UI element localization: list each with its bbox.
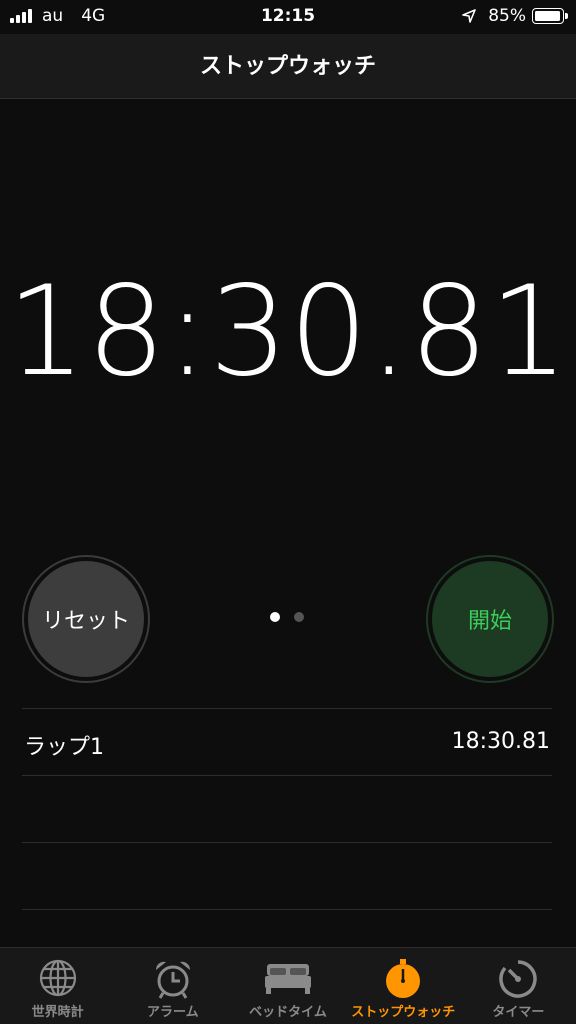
page-dot-inactive[interactable] [294,612,304,622]
tab-label: 世界時計 [31,1005,84,1020]
battery-percent: 85% [488,6,526,26]
tab-bar: 世界時計 アラーム ベッドタイム ストップウォッチ タイマー [0,947,576,1024]
stopwatch-time: 18:30.81 [6,260,570,404]
start-button[interactable]: 開始 [426,555,554,683]
nav-bar: ストップウォッチ [0,34,576,99]
reset-button-label: リセット [28,561,144,677]
tab-alarm[interactable]: アラーム [115,948,230,1024]
page-dot-active[interactable] [270,612,280,622]
battery-icon [532,8,568,24]
globe-icon [39,959,76,997]
alarm-clock-icon [155,961,190,999]
bed-icon [265,964,311,994]
timer-icon [499,960,538,998]
page-indicator[interactable] [270,612,318,622]
tab-world-clock[interactable]: 世界時計 [0,948,115,1024]
status-right: 85% [462,6,568,26]
tab-label: アラーム [146,1005,199,1020]
lap-list: ラップ1 18:30.81 [22,708,552,910]
lap-row-empty [22,775,552,842]
stopwatch-icon [386,959,421,998]
tab-label: タイマー [492,1005,545,1020]
tab-timer[interactable]: タイマー [461,948,576,1024]
tab-label: ベッドタイム [249,1005,327,1020]
lap-divider [22,909,552,910]
tab-stopwatch[interactable]: ストップウォッチ [346,948,461,1024]
reset-button[interactable]: リセット [22,555,150,683]
status-bar: au 4G 12:15 85% [0,0,576,34]
page-title: ストップウォッチ [199,54,376,79]
location-arrow-icon [462,9,477,23]
lap-label: ラップ1 [24,735,104,760]
tab-label: ストップウォッチ [351,1005,456,1020]
lap-time: 18:30.81 [451,729,550,754]
start-button-label: 開始 [432,561,548,677]
lap-row: ラップ1 18:30.81 [22,708,552,775]
tab-bedtime[interactable]: ベッドタイム [230,948,345,1024]
lap-row-empty [22,842,552,909]
